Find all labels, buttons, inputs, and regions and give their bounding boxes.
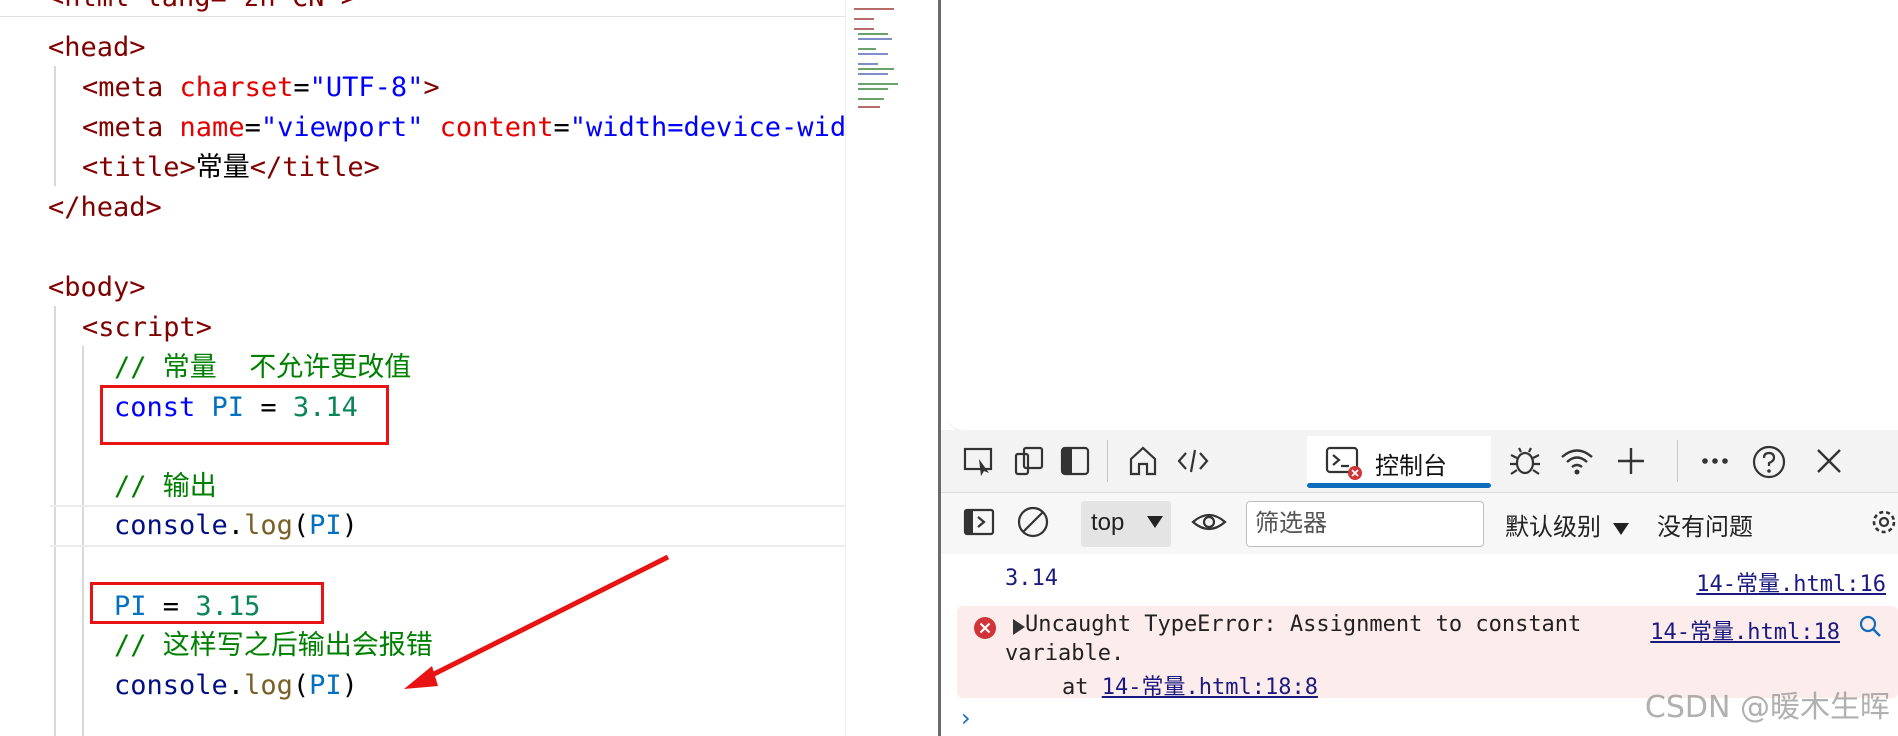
console-toolbar: top 默认级别 没有问题 [941, 492, 1898, 556]
live-expression-eye-icon[interactable] [1191, 505, 1227, 541]
log-level-dropdown[interactable]: 默认级别 [1505, 507, 1629, 542]
code-editor[interactable]: <html lang="zh-CN"> <head> <meta charset… [0, 0, 845, 736]
filter-input[interactable] [1246, 501, 1484, 547]
error-source-link[interactable]: 14-常量.html:18 [1650, 614, 1840, 646]
home-icon[interactable] [1125, 444, 1161, 480]
editor-minimap[interactable] [845, 0, 941, 736]
context-select-value: top [1091, 509, 1125, 536]
issues-label: 没有问题 [1657, 513, 1753, 541]
log-value: 3.14 [1005, 566, 1058, 591]
help-icon[interactable] [1751, 444, 1787, 480]
console-icon [1325, 446, 1362, 480]
context-select[interactable]: top [1081, 501, 1171, 547]
error-icon [974, 617, 996, 639]
console-tab-label: 控制台 [1375, 452, 1447, 480]
sidebar-toggle-icon[interactable] [961, 505, 997, 541]
error-stack-link[interactable]: 14-常量.html:18:8 [1102, 675, 1318, 700]
error-text-line1: Uncaught TypeError: Assignment to consta… [1025, 612, 1582, 637]
log-source-link[interactable]: 14-常量.html:16 [1696, 566, 1886, 598]
tab-console[interactable]: 控制台 [1307, 436, 1491, 488]
search-icon[interactable] [1858, 614, 1882, 638]
annotation-arrow [404, 554, 670, 689]
add-tab-plus-icon[interactable] [1613, 444, 1649, 480]
issues-counter[interactable]: 没有问题 [1657, 507, 1753, 542]
debugger-bug-icon[interactable] [1507, 444, 1543, 480]
dropdown-triangle-icon [1147, 516, 1163, 528]
error-at-prefix: at [1062, 675, 1102, 700]
watermark: CSDN @暖木生晖 [1644, 690, 1890, 725]
close-icon[interactable] [1811, 444, 1847, 480]
chevron-down-icon [1612, 523, 1629, 535]
clear-console-icon[interactable] [1015, 505, 1051, 541]
device-emulation-icon[interactable] [1011, 444, 1047, 480]
elements-tab-icon[interactable] [1175, 444, 1211, 480]
browser-viewport [948, 0, 1898, 431]
filter-field[interactable] [1247, 502, 1477, 544]
dock-side-icon[interactable] [1057, 444, 1093, 480]
console-prompt[interactable]: › [961, 704, 971, 732]
more-options-icon[interactable] [1697, 444, 1733, 480]
settings-gear-icon[interactable] [1866, 505, 1898, 541]
log-level-label: 默认级别 [1505, 513, 1601, 541]
error-stack-line: at 14-常量.html:18:8 [1062, 669, 1318, 701]
expand-triangle-icon[interactable] [1013, 619, 1025, 635]
inspect-element-icon[interactable] [961, 444, 997, 480]
devtools-tabbar: 控制台 [941, 430, 1898, 492]
error-text-line2: variable. [1005, 641, 1125, 666]
network-wifi-icon[interactable] [1559, 444, 1595, 480]
